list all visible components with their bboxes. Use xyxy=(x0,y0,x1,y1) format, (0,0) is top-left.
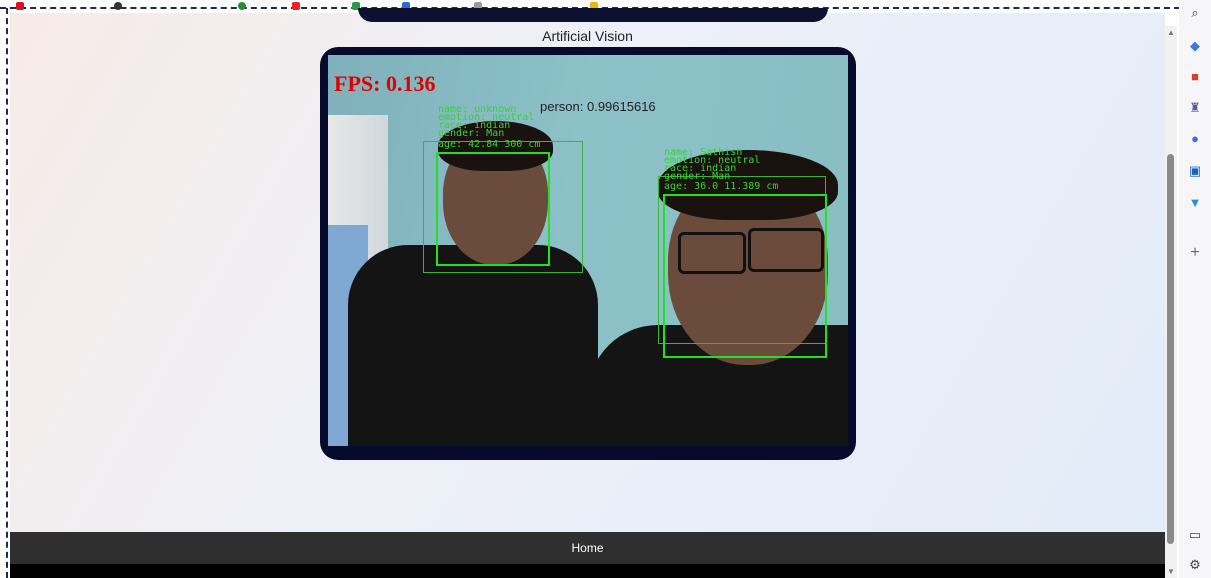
selection-border-left xyxy=(6,8,8,578)
footer-bar: Home xyxy=(10,532,1165,564)
person-confidence: person: 0.99615616 xyxy=(540,99,656,114)
panel-icon[interactable]: ▭ xyxy=(1186,526,1204,544)
face-box-2 xyxy=(663,194,827,358)
face-1-label-age: age: 42.84 300 cm xyxy=(438,139,541,150)
video-frame: name: unknown emotion: neutral race: ind… xyxy=(320,47,856,460)
face-1-label-gender: gender: Man xyxy=(438,128,505,139)
page-title: Artificial Vision xyxy=(542,28,633,44)
bookmark-item[interactable] xyxy=(114,2,122,10)
home-link[interactable]: Home xyxy=(571,541,603,555)
add-icon[interactable]: + xyxy=(1186,244,1204,262)
copilot-icon[interactable]: ● xyxy=(1186,130,1204,148)
bookmark-item[interactable] xyxy=(292,2,300,10)
edge-sidebar: ⌕ ◆ ■ ♜ ● ▣ ▼ + ▭ ⚙ xyxy=(1179,0,1211,578)
video-feed: name: unknown emotion: neutral race: ind… xyxy=(328,55,848,446)
scroll-up-icon[interactable]: ▲ xyxy=(1167,28,1175,37)
scroll-down-icon[interactable]: ▼ xyxy=(1167,567,1175,576)
header-pill xyxy=(358,8,828,22)
toolbox-icon[interactable]: ■ xyxy=(1186,68,1204,86)
footer-bottom xyxy=(10,564,1165,578)
search-icon[interactable]: ⌕ xyxy=(1186,4,1204,22)
scrollbar-thumb[interactable] xyxy=(1167,154,1174,544)
send-icon[interactable]: ▼ xyxy=(1186,194,1204,212)
tag-icon[interactable]: ◆ xyxy=(1186,37,1204,55)
outlook-icon[interactable]: ▣ xyxy=(1186,162,1204,180)
chess-icon[interactable]: ♜ xyxy=(1186,99,1204,117)
bookmark-item[interactable] xyxy=(238,2,246,10)
person-left-body xyxy=(348,245,598,446)
bookmark-item[interactable] xyxy=(16,2,24,10)
scrollbar[interactable]: ▲ ▼ xyxy=(1165,26,1177,578)
face-2-label-gender: gender: Man xyxy=(664,171,731,182)
fps-counter: FPS: 0.136 xyxy=(334,71,436,96)
face-2-label-age: age: 36.0 11.389 cm xyxy=(664,181,779,192)
settings-icon[interactable]: ⚙ xyxy=(1186,556,1204,574)
page-content: Artificial Vision name: unknown emotion:… xyxy=(10,8,1165,533)
face-box-1 xyxy=(436,152,550,266)
